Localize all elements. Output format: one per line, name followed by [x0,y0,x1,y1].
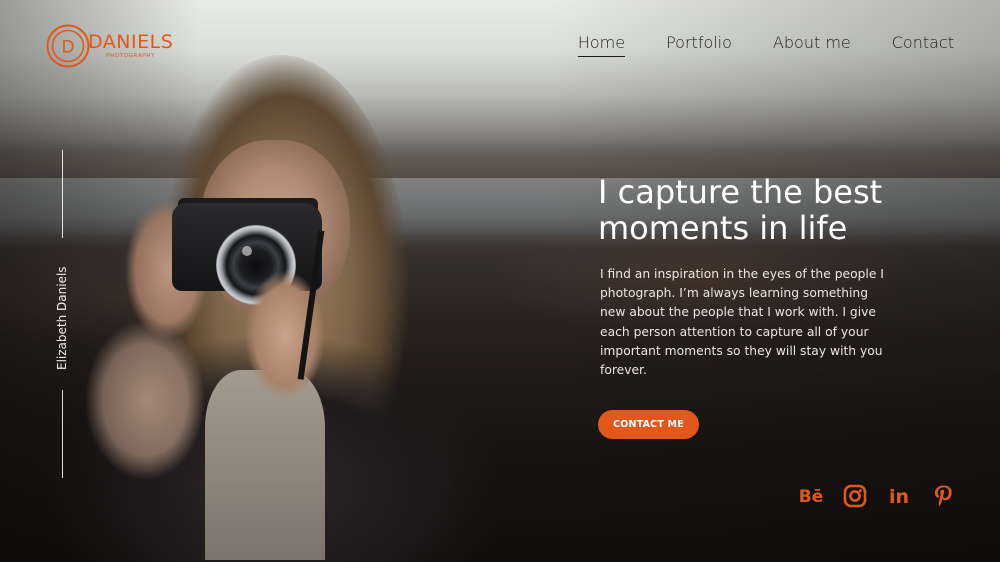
behance-icon[interactable]: Bē [797,482,825,510]
main-nav: Home Portfolio About me Contact [537,33,954,57]
instagram-icon[interactable] [841,482,869,510]
logo-mark: D [46,24,90,68]
logo-letter: D [61,38,74,58]
hero-headline-line1: I capture the best [598,173,883,211]
hero-section: D DANIELS PHOTOGRAPHY Home Portfolio Abo… [0,0,1000,562]
brand-subtitle: PHOTOGRAPHY [105,52,156,59]
social-links: Bē in [797,482,957,510]
linkedin-glyph: in [889,486,909,508]
nav-item-contact[interactable]: Contact [892,33,954,57]
brand-logo[interactable]: D DANIELS PHOTOGRAPHY [46,24,173,68]
side-divider-top [62,150,63,238]
linkedin-icon[interactable]: in [885,482,913,510]
behance-glyph: Bē [799,487,824,507]
nav-item-home[interactable]: Home [577,33,626,57]
hero-headline-line2: moments in life [598,209,848,247]
contact-me-button[interactable]: CONTACT ME [598,410,699,439]
logo-text: DANIELS PHOTOGRAPHY [88,30,174,60]
hero-intro: I find an inspiration in the eyes of the… [600,267,884,378]
pinterest-icon[interactable] [929,482,957,510]
photographer-name-vertical: Elizabeth Daniels [55,266,69,370]
hero-headline: I capture the best moments in life [598,174,938,246]
nav-item-about[interactable]: About me [773,33,851,57]
nav-item-portfolio[interactable]: Portfolio [666,33,732,57]
side-divider-bottom [62,390,63,478]
brand-name: DANIELS [88,30,174,53]
